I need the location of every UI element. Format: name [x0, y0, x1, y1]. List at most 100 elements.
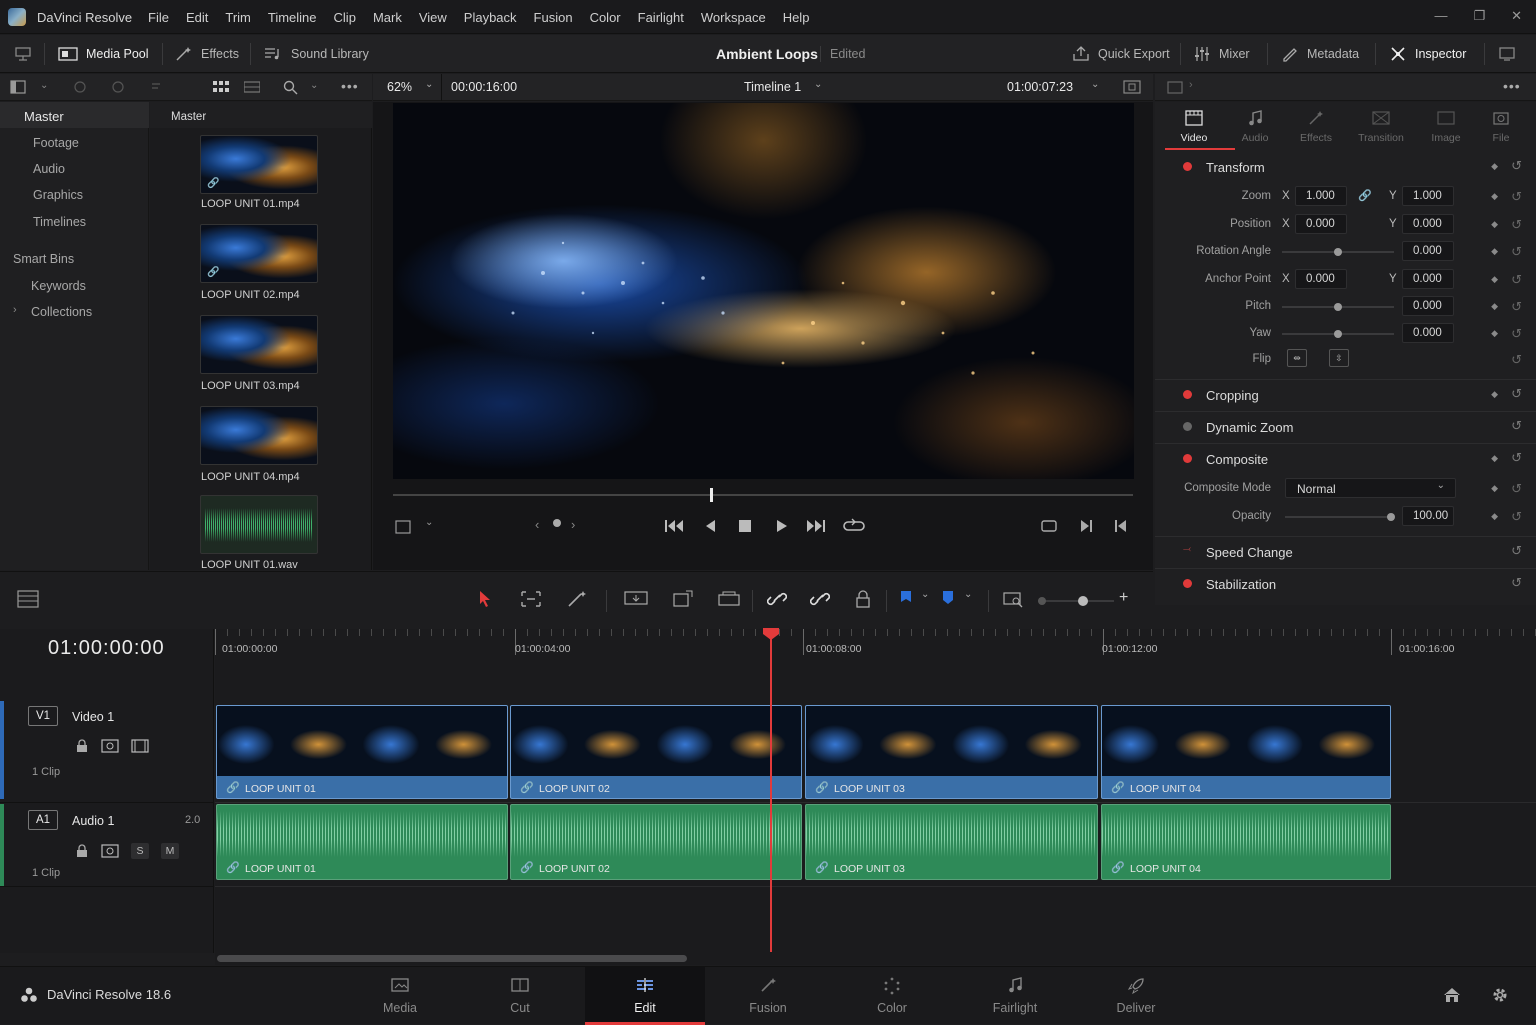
timeline-scrollbar[interactable] — [215, 953, 1536, 965]
mixer-button[interactable]: Mixer — [1193, 35, 1250, 73]
keyframe-diamond-icon[interactable]: ◆ — [1491, 483, 1498, 494]
bin-audio[interactable]: Audio — [0, 162, 149, 176]
mute-button[interactable]: M — [161, 843, 179, 859]
timeline-ruler[interactable]: 01:00:00:00 01:00:04:00 01:00:08:00 01:0… — [215, 629, 1536, 701]
scrollbar-thumb[interactable] — [217, 955, 687, 962]
slider-knob[interactable] — [1387, 513, 1395, 521]
stabilization-section[interactable]: Stabilization ↺ — [1155, 568, 1536, 598]
viewer-mode-icon[interactable] — [1123, 80, 1141, 94]
clip-thumbnail[interactable] — [200, 315, 318, 374]
stop-icon[interactable] — [738, 519, 752, 533]
timeline-view-options-icon[interactable] — [17, 590, 39, 608]
keyframe-diamond-icon[interactable]: ◆ — [1491, 389, 1498, 400]
more-options-icon[interactable]: ••• — [341, 78, 359, 94]
keyframe-diamond-icon[interactable]: ◆ — [1491, 274, 1498, 285]
timeline-name[interactable]: Timeline 1 — [744, 80, 801, 94]
a1-track-name[interactable]: Audio 1 — [72, 814, 114, 828]
metadata-button[interactable]: Metadata — [1281, 35, 1359, 73]
clip-thumbnail[interactable]: 🔗 — [200, 135, 318, 194]
flag-icon[interactable] — [900, 590, 912, 608]
dynamic-trim-icon[interactable] — [567, 590, 589, 608]
v1-track-id[interactable]: V1 — [28, 706, 58, 726]
rotation-field[interactable]: 0.000 — [1402, 241, 1454, 261]
page-media[interactable]: Media — [340, 967, 460, 1025]
bin-list-toggle-icon[interactable] — [10, 80, 26, 94]
yaw-slider[interactable] — [1282, 330, 1394, 338]
match-frame-icon[interactable] — [1040, 518, 1058, 534]
page-color[interactable]: Color — [832, 967, 952, 1025]
chevron-down-icon[interactable]: ⌄ — [1091, 79, 1099, 90]
track-enable-icon[interactable] — [131, 739, 149, 753]
next-clip-icon[interactable] — [1079, 518, 1093, 534]
keyframe-diamond-icon[interactable]: ◆ — [1491, 219, 1498, 230]
chevron-right-icon[interactable]: › — [1189, 79, 1193, 91]
opacity-field[interactable]: 100.00 — [1402, 506, 1454, 526]
close-icon[interactable]: ✕ — [1511, 8, 1522, 24]
keyframe-diamond-icon[interactable]: ◆ — [1491, 328, 1498, 339]
bin-graphics[interactable]: Graphics — [0, 188, 149, 202]
reset-icon[interactable]: ↺ — [1511, 543, 1522, 559]
clip-thumbnail[interactable] — [200, 406, 318, 465]
zoom-to-fit-icon[interactable] — [1003, 590, 1025, 608]
sound-library-button[interactable]: Sound Library — [263, 35, 369, 73]
menu-help[interactable]: Help — [783, 10, 810, 25]
menu-fusion[interactable]: Fusion — [534, 10, 573, 25]
solo-button[interactable]: S — [131, 843, 149, 859]
menu-fairlight[interactable]: Fairlight — [638, 10, 684, 25]
inspector-button[interactable]: Inspector — [1389, 35, 1466, 73]
enable-toggle-icon[interactable] — [1183, 390, 1192, 399]
reset-icon[interactable]: ↺ — [1511, 326, 1522, 342]
page-fusion[interactable]: Fusion — [708, 967, 828, 1025]
workspace-icon[interactable] — [14, 35, 32, 73]
auto-track-select-icon[interactable] — [101, 844, 119, 858]
position-x-field[interactable]: 0.000 — [1295, 214, 1347, 234]
audio-clip[interactable]: 🔗 LOOP UNIT 03 — [805, 804, 1098, 880]
menu-playback[interactable]: Playback — [464, 10, 517, 25]
sync-icon[interactable] — [110, 80, 126, 94]
reset-icon[interactable]: ↺ — [1511, 217, 1522, 233]
v1-track-name[interactable]: Video 1 — [72, 710, 114, 724]
dynamic-zoom-section[interactable]: Dynamic Zoom ↺ — [1155, 411, 1536, 441]
slider-knob[interactable] — [1078, 596, 1088, 606]
chevron-down-icon[interactable]: ⌄ — [814, 79, 822, 90]
reset-icon[interactable]: ↺ — [1511, 450, 1522, 466]
position-y-field[interactable]: 0.000 — [1402, 214, 1454, 234]
reset-icon[interactable]: ↺ — [1511, 481, 1522, 497]
video-clip[interactable]: 🔗 LOOP UNIT 01 — [216, 705, 508, 799]
zoom-slider[interactable] — [1038, 596, 1114, 606]
tab-image[interactable]: Image — [1416, 108, 1476, 144]
play-reverse-icon[interactable] — [703, 518, 717, 534]
audio-clip[interactable]: 🔗 LOOP UNIT 04 — [1101, 804, 1391, 880]
safe-area-icon[interactable] — [395, 520, 411, 534]
video-clip[interactable]: 🔗 LOOP UNIT 03 — [805, 705, 1098, 799]
replace-clip-icon[interactable] — [717, 590, 741, 608]
tab-audio[interactable]: Audio — [1225, 108, 1285, 144]
slider-knob[interactable] — [1334, 330, 1342, 338]
tab-transition[interactable]: Transition — [1351, 108, 1411, 144]
minimize-icon[interactable]: — — [1434, 8, 1447, 24]
a1-track-id[interactable]: A1 — [28, 810, 58, 830]
keyframe-diamond-icon[interactable]: ◆ — [1491, 301, 1498, 312]
audio-clip[interactable]: 🔗 LOOP UNIT 02 — [510, 804, 802, 880]
menu-view[interactable]: View — [419, 10, 447, 25]
reset-icon[interactable]: ↺ — [1511, 509, 1522, 525]
video-clip[interactable]: 🔗 LOOP UNIT 02 — [510, 705, 802, 799]
viewer-zoom[interactable]: 62% — [387, 80, 412, 94]
slider-knob[interactable] — [1334, 303, 1342, 311]
lock-icon[interactable] — [76, 844, 88, 858]
linked-selection-icon[interactable] — [810, 590, 830, 608]
trim-tool-icon[interactable] — [520, 590, 542, 608]
keyframe-diamond-icon[interactable]: ◆ — [1491, 246, 1498, 257]
page-deliver[interactable]: Deliver — [1076, 967, 1196, 1025]
lock-icon[interactable] — [76, 739, 88, 753]
clip-thumbnail[interactable]: 🔗 — [200, 224, 318, 283]
chevron-down-icon[interactable]: ⌄ — [425, 517, 433, 528]
transform-section[interactable]: Transform ◆ ↺ — [1155, 152, 1536, 182]
bin-footage[interactable]: Footage — [0, 136, 149, 150]
smart-bin-keywords[interactable]: Keywords — [0, 279, 149, 293]
bin-master[interactable]: Master — [0, 102, 149, 128]
marker-icon[interactable] — [942, 590, 954, 608]
playhead[interactable] — [770, 630, 772, 952]
auto-track-select-icon[interactable] — [101, 739, 119, 753]
chevron-down-icon[interactable]: ⌄ — [310, 80, 318, 91]
